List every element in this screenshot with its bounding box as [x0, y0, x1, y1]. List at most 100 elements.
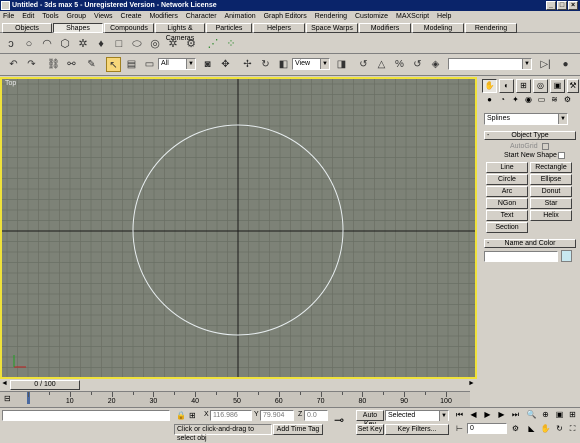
tab-modifiers[interactable]: Modifiers: [359, 23, 411, 33]
key-mode-toggle-icon[interactable]: ⊢: [453, 423, 466, 435]
go-to-end-icon[interactable]: ⏭: [509, 409, 522, 421]
star-shape-icon[interactable]: ✲: [166, 37, 180, 51]
menu-create[interactable]: Create: [117, 11, 144, 22]
section-shape-icon[interactable]: ⚙: [184, 37, 198, 51]
track-bar-menu-icon[interactable]: ⊟: [4, 394, 16, 404]
text-button[interactable]: Text: [486, 210, 528, 221]
angle-snap-icon[interactable]: △: [374, 57, 389, 72]
rectangle-button[interactable]: Rectangle: [530, 162, 572, 173]
next-frame-icon[interactable]: ▶: [495, 409, 508, 421]
tab-space-warps[interactable]: Space Warps: [306, 23, 358, 33]
line-button[interactable]: Line: [486, 162, 528, 173]
cameras-icon[interactable]: ◉: [523, 95, 534, 104]
key-icon[interactable]: ⊸: [334, 413, 344, 427]
space-warps-icon[interactable]: ≋: [549, 95, 560, 104]
tab-rendering[interactable]: Rendering: [465, 23, 517, 33]
shapes-icon[interactable]: ◔: [497, 95, 508, 104]
select-and-rotate-icon[interactable]: ✢: [240, 57, 255, 72]
previous-frame-icon[interactable]: ◀: [467, 409, 480, 421]
utilities-tab-icon[interactable]: ⚒: [567, 79, 579, 93]
modify-tab-icon[interactable]: ◐: [499, 79, 514, 93]
ngon-shape-icon[interactable]: ⬡: [58, 37, 72, 51]
donut-shape-icon[interactable]: ◎: [148, 37, 162, 51]
maximize-viewport-icon[interactable]: ⛶: [566, 423, 579, 435]
y-coordinate-field[interactable]: 79.904: [260, 410, 294, 421]
set-key-button[interactable]: Set Key: [356, 424, 384, 435]
go-to-start-icon[interactable]: ⏮: [453, 409, 466, 421]
lights-icon[interactable]: ✦: [510, 95, 521, 104]
menu-views[interactable]: Views: [91, 11, 116, 22]
hierarchy-tab-icon[interactable]: ⊞: [516, 79, 531, 93]
auto-key-button[interactable]: Auto Key: [356, 410, 384, 428]
menu-animation[interactable]: Animation: [221, 11, 258, 22]
menu-file[interactable]: File: [0, 11, 17, 22]
start-new-shape-checkbox[interactable]: [558, 152, 565, 159]
render-teapot-icon[interactable]: ●: [558, 57, 573, 72]
star-button[interactable]: Star: [530, 198, 572, 209]
named-selection-icon[interactable]: ◈: [428, 57, 443, 72]
percent-snap-icon[interactable]: %: [392, 57, 407, 72]
minimize-button[interactable]: _: [546, 1, 556, 10]
tab-particles[interactable]: Particles: [206, 23, 252, 33]
slider-right-arrow-icon[interactable]: ►: [468, 380, 475, 387]
display-tab-icon[interactable]: ▣: [550, 79, 565, 93]
snap-toggle-icon[interactable]: ↺: [356, 57, 371, 72]
create-tab-icon[interactable]: ✋: [482, 79, 497, 93]
tab-objects[interactable]: Objects: [2, 23, 52, 33]
menu-tools[interactable]: Tools: [39, 11, 61, 22]
menu-customize[interactable]: Customize: [352, 11, 391, 22]
helix-button[interactable]: Helix: [530, 210, 572, 221]
text-shape-icon[interactable]: ✲: [76, 37, 90, 51]
select-and-move-icon[interactable]: ✥: [218, 57, 233, 72]
arc-rotate-icon[interactable]: ↻: [553, 423, 566, 435]
menu-edit[interactable]: Edit: [19, 11, 37, 22]
track-bar[interactable]: ⊟ 10 20 30 40 50 60 70 80 90 100: [0, 391, 470, 407]
rectangle-shape-icon[interactable]: □: [112, 37, 126, 51]
arc-shape-icon[interactable]: ◠: [40, 37, 54, 51]
close-button[interactable]: ×: [568, 1, 578, 10]
menu-rendering[interactable]: Rendering: [312, 11, 350, 22]
arc-button[interactable]: Arc: [486, 186, 528, 197]
z-coordinate-field[interactable]: 0.0: [304, 410, 328, 421]
menu-maxscript[interactable]: MAXScript: [393, 11, 432, 22]
tab-compounds[interactable]: Compounds: [104, 23, 154, 33]
section-button[interactable]: Section: [486, 222, 528, 233]
circle-shape-icon[interactable]: ○: [22, 37, 36, 51]
key-mode-dropdown[interactable]: Selected ▼: [385, 410, 449, 421]
viewport-top[interactable]: Top: [0, 77, 477, 379]
donut-button[interactable]: Donut: [530, 186, 572, 197]
maxscript-listener-input[interactable]: [2, 410, 170, 421]
play-icon[interactable]: ▶: [481, 409, 494, 421]
motion-tab-icon[interactable]: ◎: [533, 79, 548, 93]
selection-region-icon[interactable]: ▭: [142, 57, 157, 72]
autogrid-checkbox[interactable]: [542, 143, 549, 150]
vertex-fuse-icon[interactable]: ⁘: [224, 37, 238, 51]
bind-to-space-warp-icon[interactable]: ✎: [84, 57, 99, 72]
time-configuration-icon[interactable]: ⚙: [509, 423, 522, 435]
pivot-center-icon[interactable]: ◨: [334, 57, 349, 72]
spinner-snap-icon[interactable]: ↺: [410, 57, 425, 72]
object-color-swatch[interactable]: [561, 250, 572, 262]
name-color-rollout-header[interactable]: - Name and Color: [484, 239, 576, 248]
tab-helpers[interactable]: Helpers: [253, 23, 305, 33]
slider-left-arrow-icon[interactable]: ◄: [1, 380, 8, 387]
select-by-name-icon[interactable]: ▤: [124, 57, 139, 72]
menu-character[interactable]: Character: [183, 11, 220, 22]
add-time-tag-button[interactable]: Add Time Tag: [273, 424, 323, 435]
selection-filter-dropdown[interactable]: All ▼: [158, 58, 196, 70]
zoom-icon[interactable]: 🔍: [525, 409, 538, 421]
named-selection-dropdown[interactable]: ▼: [448, 58, 532, 70]
current-frame-field[interactable]: 0: [467, 423, 507, 434]
time-slider[interactable]: 0 / 100: [10, 380, 80, 390]
maximize-button[interactable]: □: [557, 1, 567, 10]
helix-shape-icon[interactable]: ♦: [94, 37, 108, 51]
select-and-rotate-alt-icon[interactable]: ↻: [258, 57, 273, 72]
zoom-extents-all-icon[interactable]: ⊞: [566, 409, 579, 421]
reference-coordinate-dropdown[interactable]: View ▼: [292, 58, 330, 70]
vertex-weld-icon[interactable]: ⋰: [206, 37, 220, 51]
object-type-rollout-header[interactable]: - Object Type: [484, 131, 576, 140]
tab-shapes[interactable]: Shapes: [53, 23, 103, 33]
viewport-label[interactable]: Top: [5, 80, 16, 87]
ellipse-button[interactable]: Ellipse: [530, 174, 572, 185]
systems-icon[interactable]: ⚙: [562, 95, 573, 104]
